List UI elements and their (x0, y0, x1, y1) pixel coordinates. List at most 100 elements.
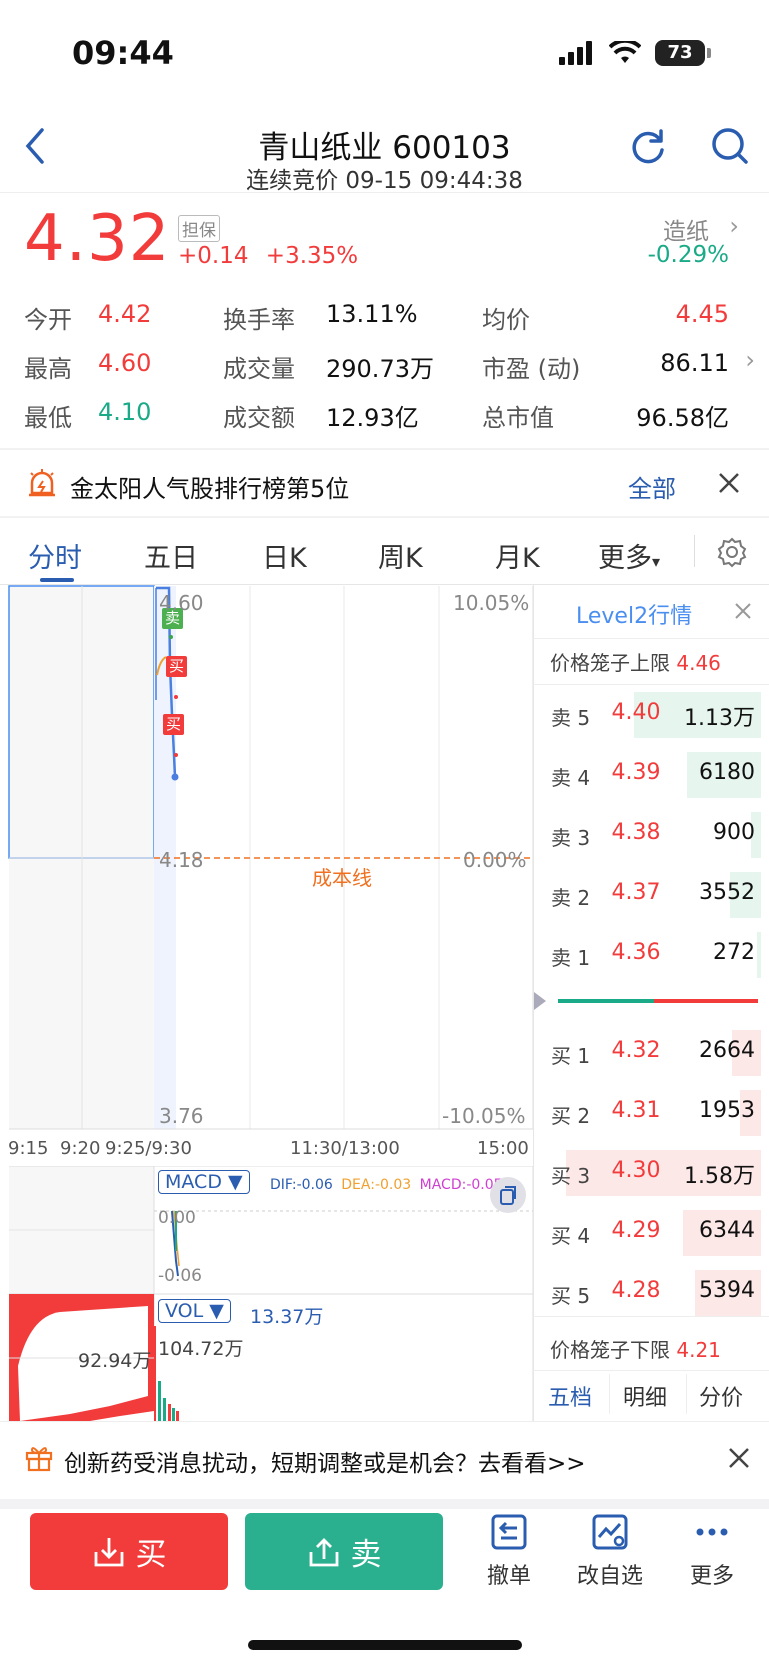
tab-price-distribution[interactable]: 分价 (699, 1380, 743, 1412)
pct-axis-top: 10.05% (453, 591, 530, 615)
buy-marker[interactable]: 买 (163, 714, 184, 735)
ask-level-volume: 6180 (699, 760, 755, 785)
close-icon[interactable] (734, 602, 752, 620)
ask-level-label: 卖 3 (551, 826, 591, 850)
cancel-order-label: 撤单 (486, 1564, 531, 1589)
tab-intraday[interactable]: 分时 (28, 536, 82, 575)
news-text[interactable]: 创新药受消息扰动，短期调整或是机会？去看看>> (64, 1444, 586, 1478)
price-change: +0.14 +3.35% (178, 243, 358, 269)
intraday-chart[interactable] (0, 585, 535, 1130)
bid-level-row[interactable]: 买 3 4.30 1.58万 (543, 1144, 769, 1200)
close-icon[interactable] (728, 1447, 750, 1469)
ask-level-volume: 3552 (699, 880, 755, 905)
tab-underline (40, 578, 74, 582)
more-button[interactable]: 更多 (667, 1512, 757, 1590)
divider (609, 1374, 610, 1414)
ask-level-row[interactable]: 卖 2 4.37 3552 (543, 866, 769, 922)
ask-level-volume: 900 (713, 820, 755, 845)
ask-level-price: 4.36 (611, 940, 661, 965)
high-label: 最高 (24, 355, 72, 383)
status-time: 09:44 (72, 34, 174, 72)
tab-details[interactable]: 明细 (623, 1380, 667, 1412)
vol-value: 13.37万 (250, 1306, 324, 1328)
ask-level-price: 4.37 (611, 880, 661, 905)
bid-level-label: 买 1 (551, 1044, 591, 1068)
dea-value: DEA:-0.03 (341, 1177, 412, 1193)
bid-level-price: 4.32 (611, 1038, 661, 1063)
ask-level-label: 卖 2 (551, 886, 591, 910)
divider (694, 535, 695, 567)
ranking-banner-text[interactable]: 金太阳人气股排行榜第5位 (70, 469, 349, 504)
ask-level-label: 卖 1 (551, 946, 591, 970)
bid-level-label: 买 2 (551, 1104, 591, 1128)
price-cage-lower: 价格笼子下限 4.21 (550, 1334, 721, 1363)
tab-weekly-k[interactable]: 周K (378, 536, 423, 575)
tab-monthly-k[interactable]: 月K (495, 536, 540, 575)
cancel-order-icon (491, 1514, 527, 1550)
divider (686, 1374, 687, 1414)
macd-axis-top: 0.00 (158, 1208, 196, 1228)
vol-selector[interactable]: VOL ▼ (158, 1299, 231, 1323)
refresh-icon[interactable] (628, 126, 668, 166)
lower-label: 价格笼子下限 (550, 1338, 670, 1362)
buy-marker[interactable]: 买 (166, 656, 187, 677)
settings-gear-icon[interactable] (716, 536, 748, 568)
dif-value: DIF:-0.06 (270, 1177, 333, 1193)
change-value: +0.14 (178, 243, 249, 269)
ask-level-row[interactable]: 卖 5 4.40 1.13万 (543, 686, 769, 742)
bid-level-label: 买 3 (551, 1164, 591, 1188)
close-icon[interactable] (718, 472, 740, 494)
bid-level-row[interactable]: 买 5 4.28 5394 (543, 1264, 769, 1320)
bid-level-row[interactable]: 买 1 4.32 2664 (543, 1024, 769, 1080)
search-icon[interactable] (710, 126, 750, 166)
view-all-link[interactable]: 全部 (628, 469, 676, 504)
bid-level-row[interactable]: 买 4 4.29 6344 (543, 1204, 769, 1260)
tab-five-levels[interactable]: 五档 (548, 1380, 592, 1412)
open-label: 今开 (24, 306, 72, 334)
wifi-icon (609, 41, 641, 63)
ask-level-volume: 272 (713, 940, 755, 965)
mcap-value: 96.58亿 (636, 404, 729, 432)
sector-name[interactable]: 造纸 (663, 212, 709, 246)
price-axis-bottom: 3.76 (159, 1104, 204, 1128)
time-label: 9:20 (60, 1138, 101, 1159)
edit-watchlist-button[interactable]: 改自选 (565, 1512, 655, 1590)
macd-selector[interactable]: MACD ▼ (158, 1170, 250, 1194)
divider (0, 192, 769, 193)
bid-level-row[interactable]: 买 2 4.31 1953 (543, 1084, 769, 1140)
pct-axis-bottom: -10.05% (442, 1104, 526, 1128)
pct-axis-mid: 0.00% (463, 848, 527, 872)
ask-level-row[interactable]: 卖 3 4.38 900 (543, 806, 769, 862)
tab-daily-k[interactable]: 日K (262, 536, 307, 575)
ask-level-label: 卖 4 (551, 766, 591, 790)
ask-level-row[interactable]: 卖 1 4.36 272 (543, 926, 769, 982)
bid-level-price: 4.30 (611, 1158, 661, 1183)
ask-level-price: 4.40 (611, 700, 661, 725)
ask-level-price: 4.38 (611, 820, 661, 845)
chevron-right-icon[interactable]: › (745, 346, 755, 374)
tab-more[interactable]: 更多▾ (598, 536, 660, 575)
bid-ask-ratio-bar (534, 992, 758, 1010)
volume-label: 成交量 (223, 355, 295, 383)
more-dots-icon (696, 1528, 728, 1536)
bid-level-price: 4.31 (611, 1098, 661, 1123)
tab-5day[interactable]: 五日 (144, 536, 198, 575)
pe-value: 86.11 (660, 349, 729, 377)
home-indicator[interactable] (248, 1640, 522, 1650)
chevron-right-icon[interactable]: › (729, 212, 739, 240)
cancel-order-button[interactable]: 撤单 (464, 1512, 554, 1590)
copy-button[interactable] (490, 1177, 526, 1213)
buy-button[interactable]: 买 (30, 1513, 228, 1590)
sell-button[interactable]: 卖 (245, 1513, 443, 1590)
ask-level-row[interactable]: 卖 4 4.39 6180 (543, 746, 769, 802)
level2-title[interactable]: Level2行情 (576, 598, 692, 630)
bid-level-price: 4.28 (611, 1278, 661, 1303)
pe-label[interactable]: 市盈 (动) (482, 349, 580, 384)
ask-level-price: 4.39 (611, 760, 661, 785)
avg-value: 4.45 (675, 300, 729, 328)
bid-level-volume: 1953 (699, 1098, 755, 1123)
battery-indicator: 73 (655, 40, 711, 66)
upper-label: 价格笼子上限 (550, 651, 670, 675)
time-label: 11:30/13:00 (290, 1138, 400, 1159)
buy-label: 买 (135, 1537, 167, 1573)
